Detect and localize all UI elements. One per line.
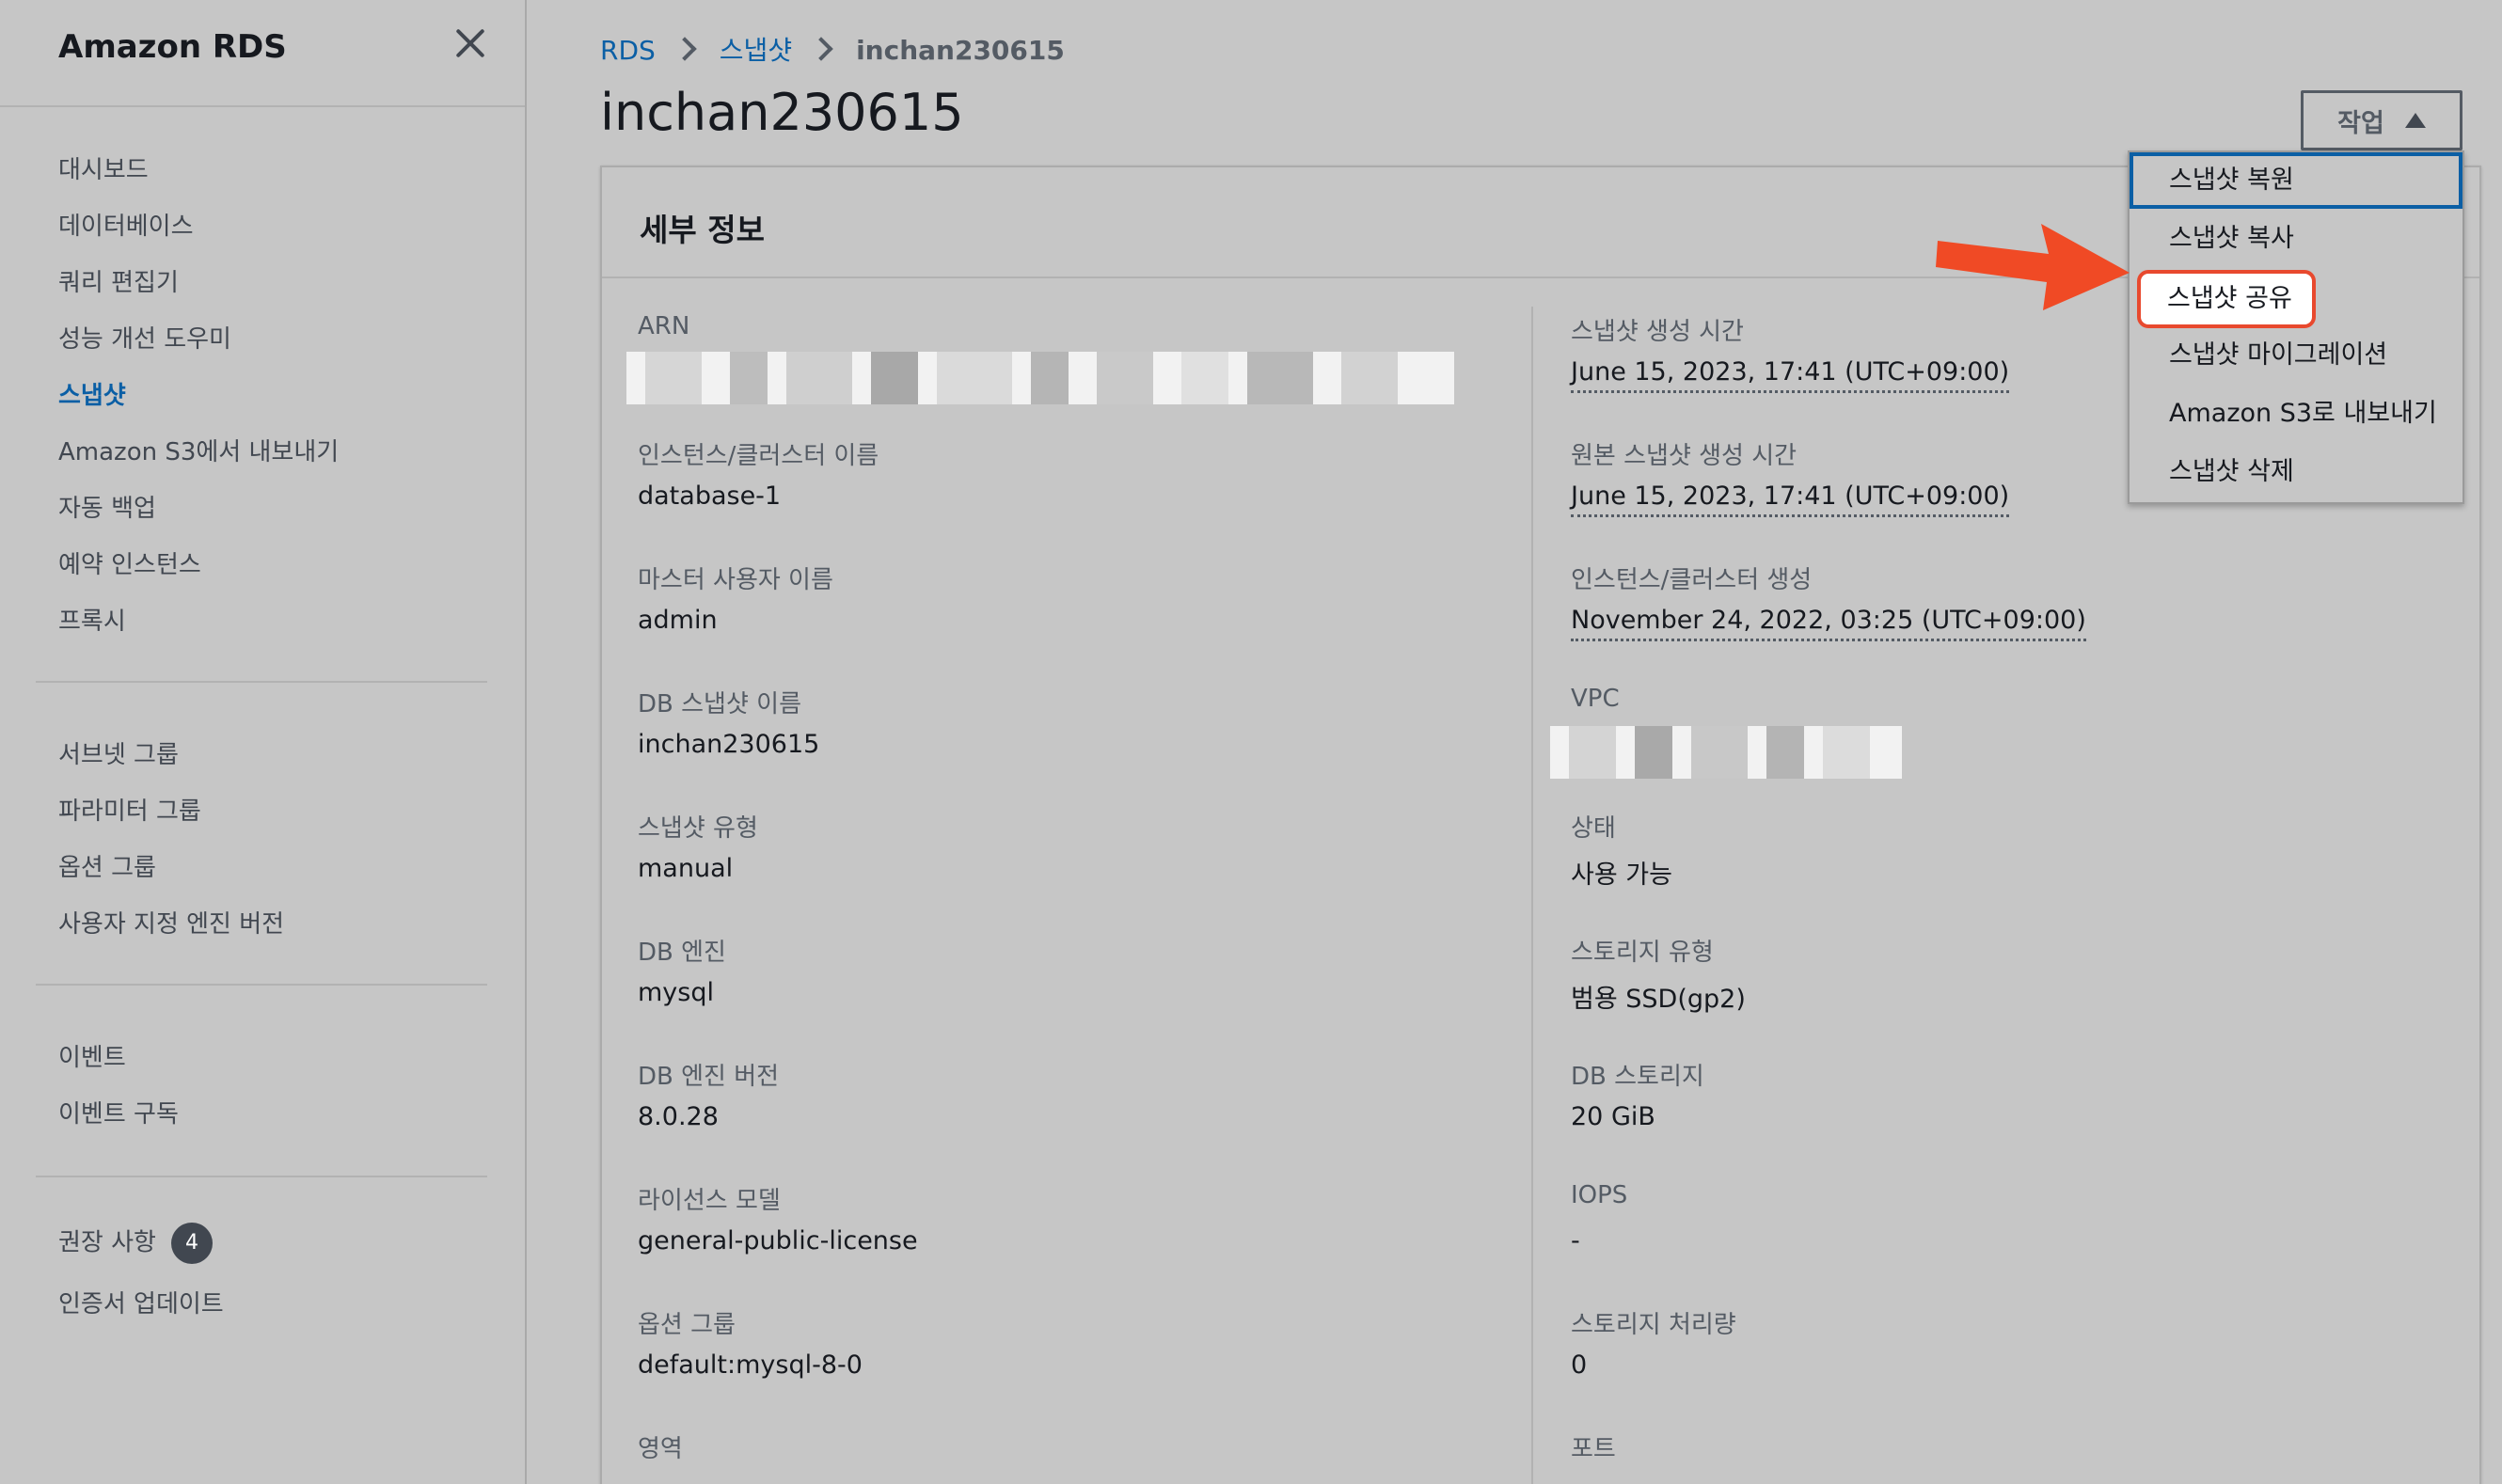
sidebar-divider — [36, 1176, 487, 1177]
db-engine-value: mysql — [638, 978, 714, 1007]
vpc-label: VPC — [1571, 685, 1620, 713]
snapshot-type-label: 스냅샷 유형 — [638, 814, 758, 843]
instance-cluster-created-label: 인스턴스/클러스터 생성 — [1571, 566, 1813, 594]
source-snapshot-creation-time-value[interactable]: June 15, 2023, 17:41 (UTC+09:00) — [1571, 482, 2010, 517]
menu-item-restore-snapshot[interactable]: 스냅샷 복원 — [2130, 152, 2462, 209]
sidebar-item-s3-exports[interactable]: Amazon S3에서 내보내기 — [58, 433, 339, 467]
sidebar-item-custom-engine-versions[interactable]: 사용자 지정 엔진 버전 — [58, 905, 284, 939]
sidebar-item-query-editor[interactable]: 쿼리 편집기 — [58, 263, 179, 298]
sidebar-divider — [36, 984, 487, 986]
chevron-right-icon — [809, 37, 833, 61]
license-model-value: general-public-license — [638, 1226, 918, 1255]
actions-button-label: 작업 — [2337, 108, 2384, 138]
instance-cluster-name-value: database-1 — [638, 482, 782, 511]
sidebar-item-subnet-groups[interactable]: 서브넷 그룹 — [58, 735, 179, 770]
sidebar-item-label: 권장 사항 — [58, 1228, 156, 1257]
iops-value: - — [1571, 1226, 1580, 1255]
option-group-label: 옵션 그룹 — [638, 1311, 736, 1339]
menu-item-migrate-snapshot[interactable]: 스냅샷 마이그레이션 — [2130, 327, 2462, 384]
menu-item-export-to-s3[interactable]: Amazon S3로 내보내기 — [2130, 386, 2462, 442]
snapshot-type-value: manual — [638, 854, 734, 883]
breadcrumb-rds[interactable]: RDS — [600, 35, 656, 66]
sidebar-divider — [36, 681, 487, 683]
sidebar-item-parameter-groups[interactable]: 파라미터 그룹 — [58, 792, 201, 827]
db-engine-label: DB 엔진 — [638, 939, 726, 967]
db-engine-version-value: 8.0.28 — [638, 1102, 719, 1131]
instance-cluster-name-label: 인스턴스/클러스터 이름 — [638, 442, 879, 470]
sidebar-item-event-subscriptions[interactable]: 이벤트 구독 — [58, 1095, 179, 1129]
details-panel-title: 세부 정보 — [640, 212, 765, 248]
sidebar-item-performance-insights[interactable]: 성능 개선 도우미 — [58, 320, 231, 355]
availability-zone-label: 영역 — [638, 1435, 683, 1463]
source-snapshot-creation-time-label: 원본 스냅샷 생성 시간 — [1571, 442, 1797, 470]
snapshot-creation-time-value[interactable]: June 15, 2023, 17:41 (UTC+09:00) — [1571, 357, 2010, 393]
storage-throughput-label: 스토리지 처리량 — [1571, 1311, 1736, 1339]
vpc-value-redacted — [1550, 726, 1902, 779]
storage-throughput-value: 0 — [1571, 1350, 1588, 1380]
sidebar-item-proxies[interactable]: 프록시 — [58, 602, 126, 637]
caret-up-icon — [2404, 113, 2426, 128]
sidebar-item-automated-backups[interactable]: 자동 백업 — [58, 489, 156, 524]
sidebar-item-reserved-instances[interactable]: 예약 인스턴스 — [58, 545, 201, 580]
menu-item-copy-snapshot[interactable]: 스냅샷 복사 — [2130, 211, 2462, 267]
snapshot-creation-time-label: 스냅샷 생성 시간 — [1571, 318, 1744, 346]
actions-button[interactable]: 작업 — [2301, 90, 2462, 150]
arn-label: ARN — [638, 312, 690, 340]
menu-item-delete-snapshot[interactable]: 스냅샷 삭제 — [2130, 444, 2462, 500]
iops-label: IOPS — [1571, 1181, 1628, 1209]
recommendations-count-badge: 4 — [170, 1223, 213, 1264]
close-icon[interactable] — [453, 26, 487, 60]
db-storage-value: 20 GiB — [1571, 1102, 1655, 1131]
chevron-right-icon — [673, 37, 697, 61]
instance-cluster-created-value[interactable]: November 24, 2022, 03:25 (UTC+09:00) — [1571, 606, 2086, 641]
storage-type-label: 스토리지 유형 — [1571, 939, 1714, 967]
sidebar-item-certificate-update[interactable]: 인증서 업데이트 — [58, 1285, 224, 1319]
db-snapshot-name-label: DB 스냅샷 이름 — [638, 690, 801, 718]
sidebar-title: Amazon RDS — [58, 28, 287, 66]
sidebar-item-databases[interactable]: 데이터베이스 — [58, 207, 194, 242]
sidebar-item-recommendations[interactable]: 권장 사항 4 — [58, 1223, 213, 1264]
arrow-icon — [1936, 224, 2130, 310]
sidebar-item-option-groups[interactable]: 옵션 그룹 — [58, 848, 156, 883]
license-model-label: 라이선스 모델 — [638, 1187, 781, 1215]
share-snapshot-label[interactable]: 스냅샷 공유 — [2167, 276, 2292, 323]
sidebar-item-events[interactable]: 이벤트 — [58, 1038, 126, 1073]
sidebar-item-dashboard[interactable]: 대시보드 — [58, 150, 149, 185]
status-label: 상태 — [1571, 814, 1616, 843]
breadcrumb-snapshots[interactable]: 스냅샷 — [720, 35, 792, 66]
sidebar-header: Amazon RDS — [0, 0, 525, 107]
arn-value-redacted — [626, 352, 1454, 404]
port-label: 포트 — [1571, 1435, 1616, 1463]
column-divider — [1531, 307, 1533, 1484]
breadcrumb: RDS 스냅샷 inchan230615 — [600, 30, 1065, 68]
db-snapshot-name-value: inchan230615 — [638, 730, 820, 759]
page-title: inchan230615 — [600, 83, 964, 142]
db-storage-label: DB 스토리지 — [1571, 1063, 1704, 1091]
status-value: 사용 가능 — [1571, 860, 1672, 890]
master-username-value: admin — [638, 606, 718, 635]
master-username-label: 마스터 사용자 이름 — [638, 566, 833, 594]
sidebar: Amazon RDS 대시보드 데이터베이스 쿼리 편집기 성능 개선 도우미 … — [0, 0, 527, 1484]
storage-type-value: 범용 SSD(gp2) — [1571, 985, 1746, 1014]
option-group-value: default:mysql-8-0 — [638, 1350, 863, 1380]
breadcrumb-current: inchan230615 — [856, 35, 1065, 66]
sidebar-item-snapshots[interactable]: 스냅샷 — [58, 376, 126, 411]
db-engine-version-label: DB 엔진 버전 — [638, 1063, 780, 1091]
